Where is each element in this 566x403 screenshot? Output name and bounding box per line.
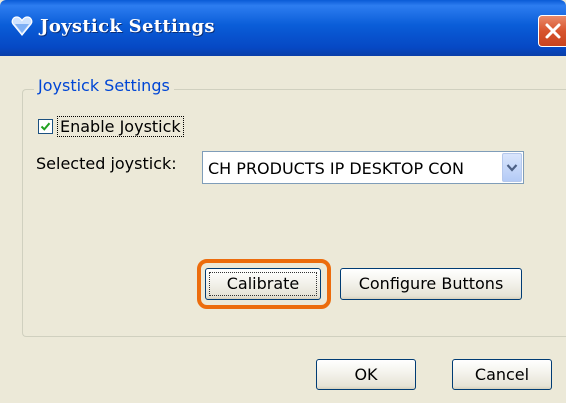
- joystick-settings-dialog: Joystick Settings Joystick Settings Enab…: [0, 0, 566, 403]
- calibrate-highlight: [197, 259, 331, 309]
- close-button[interactable]: [538, 15, 566, 47]
- configure-buttons-button[interactable]: Configure Buttons: [340, 268, 522, 300]
- ok-label: OK: [354, 365, 378, 384]
- window-title: Joystick Settings: [40, 16, 215, 37]
- selected-joystick-value: CH PRODUCTS IP DESKTOP CON: [208, 159, 464, 178]
- selected-joystick-dropdown[interactable]: CH PRODUCTS IP DESKTOP CON: [202, 151, 524, 184]
- configure-buttons-label: Configure Buttons: [358, 274, 504, 293]
- chevron-down-icon: [506, 164, 518, 172]
- enable-joystick-label[interactable]: Enable Joystick: [57, 116, 184, 137]
- group-legend: Joystick Settings: [34, 76, 174, 95]
- close-icon: [545, 23, 561, 39]
- cancel-label: Cancel: [474, 365, 530, 384]
- heart-gem-icon: [11, 16, 33, 36]
- cancel-button[interactable]: Cancel: [452, 359, 552, 390]
- ok-button[interactable]: OK: [316, 359, 416, 390]
- dropdown-arrow-button[interactable]: [502, 153, 522, 182]
- selected-joystick-label: Selected joystick:: [36, 154, 177, 173]
- title-bar[interactable]: Joystick Settings: [0, 0, 566, 56]
- check-icon: [40, 122, 51, 131]
- enable-joystick-checkbox[interactable]: [38, 119, 53, 134]
